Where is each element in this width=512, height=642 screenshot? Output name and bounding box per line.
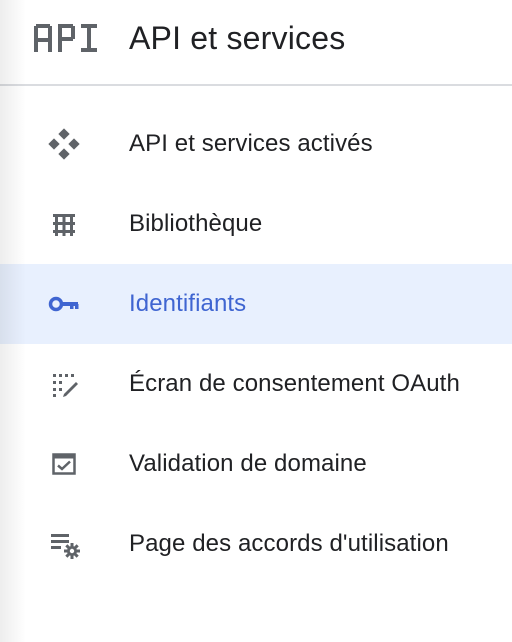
apis-grid-icon	[46, 126, 82, 162]
sidebar-item-library[interactable]: Bibliothèque	[0, 184, 512, 264]
key-icon	[46, 286, 82, 322]
api-logo-graphic	[34, 24, 97, 52]
page-title: API et services	[129, 20, 346, 56]
agreements-settings-icon	[46, 526, 82, 562]
sidebar-item-domain-verification[interactable]: Validation de domaine	[0, 424, 512, 504]
sidebar-item-label: Validation de domaine	[129, 450, 367, 477]
sidebar-nav: API et services activés Bibliothèque Ide…	[0, 104, 512, 584]
library-icon	[46, 206, 82, 242]
sidebar-item-enabled-apis[interactable]: API et services activés	[0, 104, 512, 184]
domain-verification-icon	[46, 446, 82, 482]
sidebar-item-label: Page des accords d'utilisation	[129, 530, 449, 557]
api-logo-icon	[32, 22, 100, 56]
sidebar-item-label: Identifiants	[129, 290, 247, 317]
sidebar-item-label: API et services activés	[129, 130, 373, 157]
sidebar-item-label: Bibliothèque	[129, 210, 263, 237]
sidebar-item-label: Écran de consentement OAuth	[129, 370, 460, 397]
sidebar-item-oauth-consent[interactable]: Écran de consentement OAuth	[0, 344, 512, 424]
sidebar-header: API et services	[0, 0, 512, 86]
sidebar-item-usage-agreements[interactable]: Page des accords d'utilisation	[0, 504, 512, 584]
sidebar-item-credentials[interactable]: Identifiants	[0, 264, 512, 344]
consent-screen-icon	[46, 366, 82, 402]
api-services-sidebar: API et services API et services activés	[0, 0, 512, 642]
